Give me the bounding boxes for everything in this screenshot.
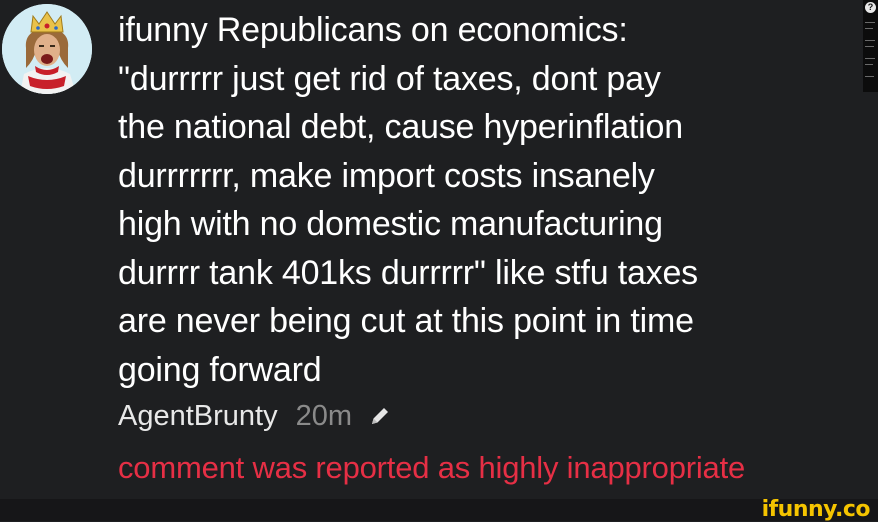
- timestamp: 20m: [295, 399, 353, 432]
- avatar[interactable]: [2, 4, 92, 94]
- side-strip: ?: [863, 0, 878, 92]
- reported-notice: comment was reported as highly inappropr…: [118, 450, 746, 485]
- comment-text: ifunny Republicans on economics: "durrrr…: [118, 11, 698, 389]
- ifunny-watermark: ifunny.co: [761, 497, 871, 522]
- pencil-icon[interactable]: [368, 404, 392, 428]
- bottom-bar: [0, 499, 878, 521]
- comment-item: ifunny Republicans on economics: "durrrr…: [0, 0, 878, 521]
- comment-meta: AgentBrunty 20m: [118, 392, 848, 440]
- comment-body: ifunny Republicans on economics: "durrrr…: [118, 6, 848, 440]
- avatar-image: [2, 4, 92, 94]
- username[interactable]: AgentBrunty: [118, 400, 278, 433]
- help-icon[interactable]: ?: [865, 2, 876, 13]
